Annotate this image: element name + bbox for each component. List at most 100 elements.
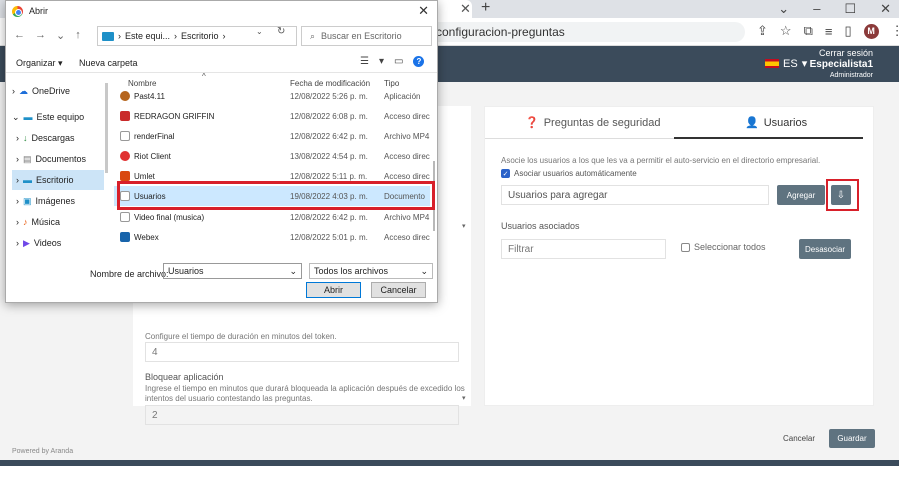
block-app-input[interactable]: 2 xyxy=(145,405,459,425)
users-to-add-input[interactable]: Usuarios para agregar xyxy=(501,185,769,205)
nav-item-pictures[interactable]: › ▣ Imágenes xyxy=(12,191,104,211)
view-icons: ☰ ▾ ▭ ? xyxy=(360,56,425,67)
path-breadcrumb[interactable]: › Este equi... › Escritorio › xyxy=(97,26,297,46)
chevron-right-icon[interactable]: › xyxy=(16,154,19,164)
forward-arrow-icon[interactable]: → xyxy=(35,29,46,42)
cancel-button[interactable]: Cancelar xyxy=(775,429,823,448)
image-icon: ▣ xyxy=(23,195,32,206)
nav-item-videos[interactable]: › ▶ Videos xyxy=(12,233,104,253)
nav-item-this-pc[interactable]: ⌄ ▬ Este equipo xyxy=(12,107,104,127)
checkbox-checked-icon[interactable]: ✓ xyxy=(501,169,510,178)
chevron-down-icon[interactable]: ⌄ xyxy=(778,1,789,17)
shortcut-icon xyxy=(120,171,130,181)
more-icon[interactable]: ⋮ xyxy=(891,23,899,39)
file-row-past4[interactable]: Past4.11 12/08/2022 5:26 p. m. Aplicació… xyxy=(114,86,430,106)
scroll-down-icon[interactable]: ▾ xyxy=(462,222,466,230)
nav-item-downloads[interactable]: › ↓ Descargas xyxy=(12,128,104,148)
refresh-icon[interactable]: ↻ xyxy=(277,26,285,37)
chrome-icon xyxy=(12,5,23,17)
chevron-right-icon[interactable]: › xyxy=(16,196,19,206)
file-row-video-final[interactable]: Video final (musica) 12/08/2022 6:42 p. … xyxy=(114,207,430,227)
dialog-cancel-button[interactable]: Cancelar xyxy=(371,282,426,298)
file-row-renderfinal[interactable]: renderFinal 12/08/2022 6:42 p. m. Archiv… xyxy=(114,126,430,146)
url-text: configuracion-preguntas xyxy=(436,25,565,39)
nav-item-desktop[interactable]: › ▬ Escritorio xyxy=(12,170,104,190)
logout-link[interactable]: Cerrar sesión xyxy=(810,48,873,59)
breadcrumb-separator: › xyxy=(222,31,226,41)
file-date: 12/08/2022 5:11 p. m. xyxy=(290,172,368,181)
file-type: Acceso direc xyxy=(384,233,430,242)
tab-label: Usuarios xyxy=(763,116,808,129)
file-row-webex[interactable]: Webex 12/08/2022 5:01 p. m. Acceso direc xyxy=(114,227,430,247)
music-icon: ♪ xyxy=(23,217,28,227)
up-arrow-icon[interactable]: ↑ xyxy=(75,29,81,42)
file-row-riot[interactable]: Riot Client 13/08/2022 4:54 p. m. Acceso… xyxy=(114,146,430,166)
filename-input[interactable]: Usuarios ⌄ xyxy=(163,263,302,279)
chevron-right-icon[interactable]: › xyxy=(12,86,15,96)
chevron-right-icon[interactable]: › xyxy=(16,175,19,185)
chevron-down-icon[interactable]: ⌄ xyxy=(289,266,297,277)
organize-menu[interactable]: Organizar ▾ xyxy=(16,58,63,69)
chevron-right-icon[interactable]: › xyxy=(16,133,19,143)
save-button[interactable]: Guardar xyxy=(829,429,875,448)
block-app-desc: Ingrese el tiempo en minutos que durará … xyxy=(145,384,465,403)
token-duration-input[interactable]: 4 xyxy=(145,342,459,362)
open-button[interactable]: Abrir xyxy=(306,282,361,298)
video-file-icon xyxy=(120,131,130,141)
tab-close-icon[interactable]: ✕ xyxy=(460,1,471,17)
path-dropdown-icon[interactable]: ⌄ xyxy=(256,27,263,36)
nav-item-onedrive[interactable]: › ☁ OneDrive xyxy=(12,81,104,101)
close-window-icon[interactable]: ✕ xyxy=(880,1,891,17)
star-icon[interactable]: ☆ xyxy=(780,23,792,39)
breadcrumb-separator: › xyxy=(174,31,178,41)
users-panel: ❓ Preguntas de seguridad 👤 Usuarios Asoc… xyxy=(484,106,874,406)
close-icon[interactable]: ✕ xyxy=(418,3,429,19)
nav-item-documents[interactable]: › ▤ Documentos xyxy=(12,149,104,169)
dissociate-button[interactable]: Desasociar xyxy=(799,239,851,259)
filter-input[interactable]: Filtrar xyxy=(501,239,666,259)
chevron-down-icon[interactable]: ⌄ xyxy=(12,112,20,123)
tab-security-questions[interactable]: ❓ Preguntas de seguridad xyxy=(525,116,661,130)
breadcrumb-this-pc[interactable]: Este equi... xyxy=(125,31,170,41)
auto-associate-checkbox[interactable]: ✓ Asociar usuarios automáticamente xyxy=(501,169,637,178)
new-tab-icon[interactable]: + xyxy=(481,0,490,17)
highlight-upload-box xyxy=(826,179,859,211)
search-input[interactable]: ⌕ Buscar en Escritorio xyxy=(301,26,432,46)
reading-list-icon[interactable]: ≡ xyxy=(825,24,833,39)
new-folder-button[interactable]: Nueva carpeta xyxy=(79,58,138,68)
file-row-redragon[interactable]: REDRAGON GRIFFIN 12/08/2022 6:08 p. m. A… xyxy=(114,106,430,126)
sidebar-icon[interactable]: ▯ xyxy=(844,23,851,39)
minimize-icon[interactable]: – xyxy=(813,1,820,17)
view-list-icon[interactable]: ☰ xyxy=(360,56,369,67)
nav-item-music[interactable]: › ♪ Música xyxy=(12,212,104,232)
profile-avatar[interactable]: M xyxy=(863,23,879,39)
language-selector[interactable]: ES ▾ xyxy=(765,57,807,70)
preview-pane-icon[interactable]: ▭ xyxy=(394,56,403,67)
sort-caret-icon: ^ xyxy=(202,72,206,81)
share-icon[interactable]: ⇪ xyxy=(757,23,768,39)
associated-users-label: Usuarios asociados xyxy=(501,221,580,231)
breadcrumb-desktop[interactable]: Escritorio xyxy=(181,31,219,41)
back-arrow-icon[interactable]: ← xyxy=(14,29,25,42)
nav-label: Imágenes xyxy=(35,196,76,206)
url-box[interactable]: configuracion-preguntas xyxy=(400,22,745,42)
chevron-right-icon[interactable]: › xyxy=(16,238,19,248)
add-button[interactable]: Agregar xyxy=(777,185,825,205)
file-date: 12/08/2022 6:08 p. m. xyxy=(290,112,368,121)
chevron-right-icon[interactable]: › xyxy=(16,217,19,227)
scroll-down-icon-bottom[interactable]: ▾ xyxy=(462,394,466,402)
view-dropdown-icon[interactable]: ▾ xyxy=(379,56,384,67)
maximize-icon[interactable]: ☐ xyxy=(844,1,856,17)
select-all-checkbox[interactable]: Seleccionar todos xyxy=(681,242,766,252)
chevron-down-icon[interactable]: ⌄ xyxy=(56,29,65,42)
tab-users[interactable]: 👤 Usuarios xyxy=(745,116,808,130)
dialog-command-bar: Organizar ▾ Nueva carpeta ☰ ▾ ▭ ? xyxy=(6,53,437,73)
checkbox-icon[interactable] xyxy=(681,242,690,252)
file-date: 13/08/2022 4:54 p. m. xyxy=(290,152,368,161)
users-desc: Asocie los usuarios a los que les va a p… xyxy=(501,156,821,165)
nav-scrollbar[interactable] xyxy=(105,83,108,173)
file-date: 12/08/2022 6:42 p. m. xyxy=(290,213,368,222)
extensions-icon[interactable]: ⧉ xyxy=(804,23,813,39)
help-icon[interactable]: ? xyxy=(413,56,425,67)
filetype-select[interactable]: Todos los archivos ⌄ xyxy=(309,263,433,279)
